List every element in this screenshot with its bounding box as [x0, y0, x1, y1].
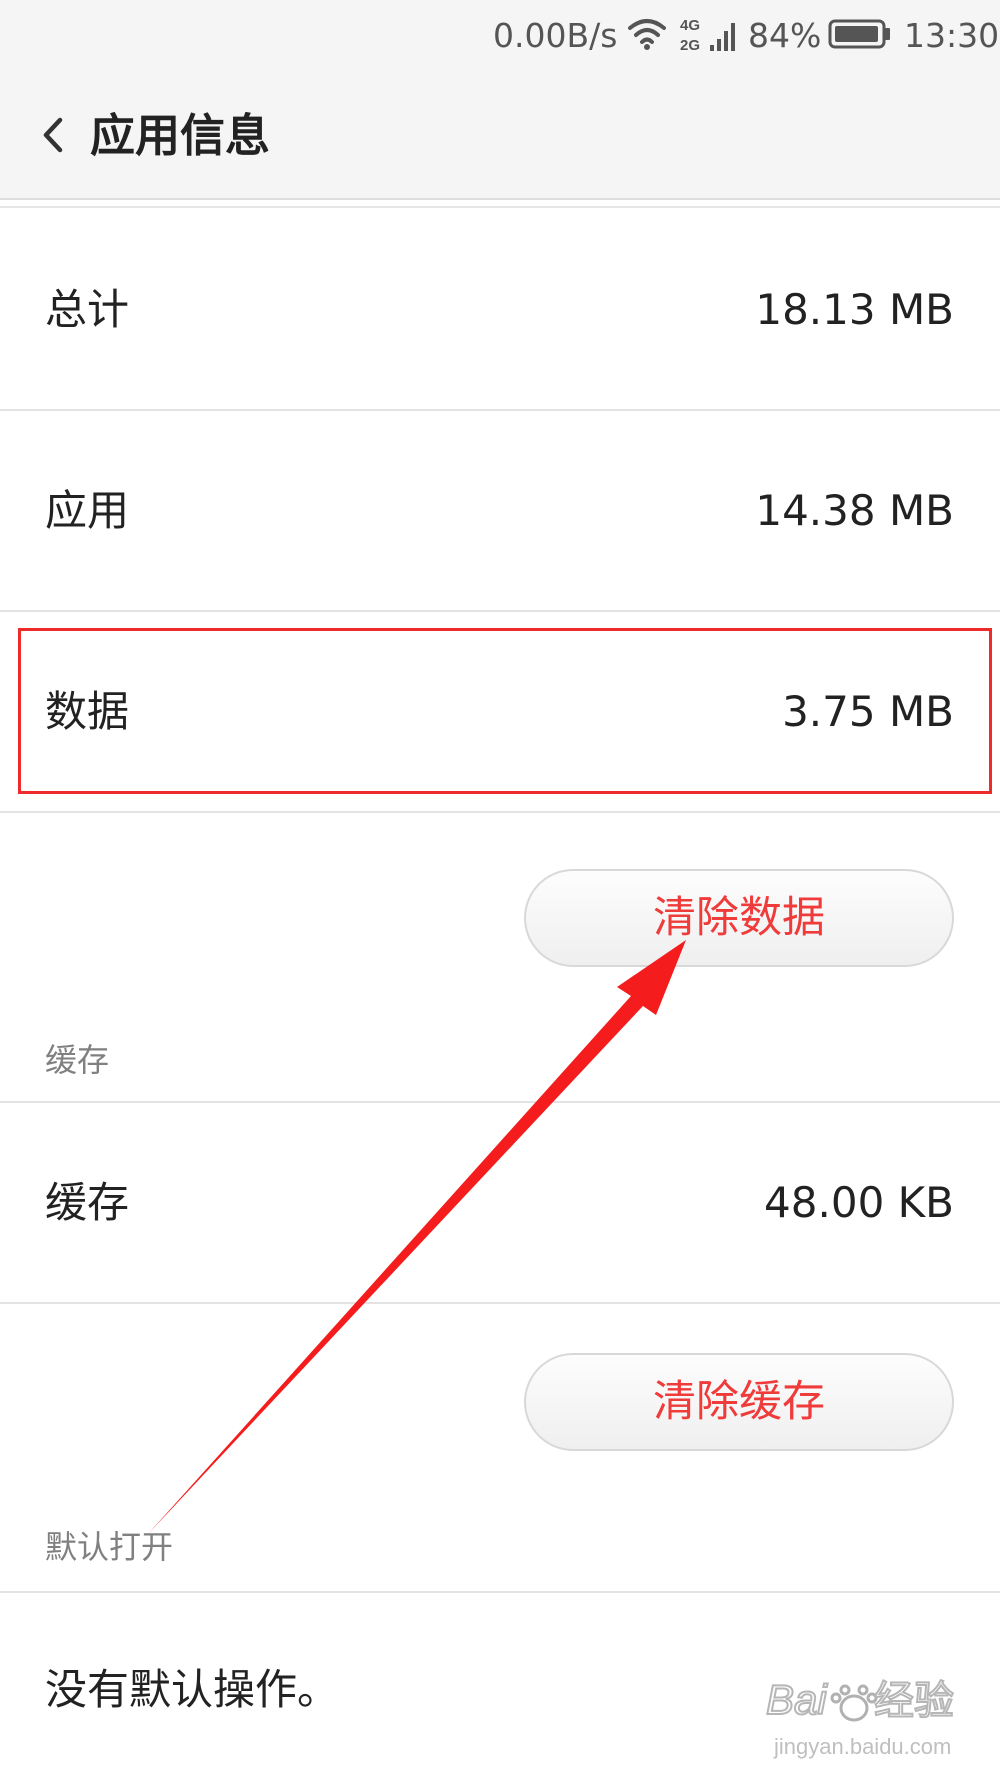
wifi-icon — [628, 19, 666, 50]
divider — [0, 1302, 1000, 1304]
network-2g-label: 2G — [680, 37, 700, 54]
section-header-defaults: 默认打开 — [45, 1528, 174, 1566]
row-label: 总计 — [45, 285, 130, 334]
baidu-jingyan-watermark: Bai 经验 jingyan.baidu.com — [765, 1675, 955, 1759]
cell-signal-icon: 4G 2G — [680, 17, 735, 54]
row-value: 48.00 KB — [764, 1178, 954, 1227]
battery-percent: 84% — [748, 16, 822, 55]
svg-text:Bai: Bai — [766, 1676, 828, 1723]
row-label: 缓存 — [45, 1178, 130, 1227]
storage-row-app: 应用 14.38 MB — [0, 411, 1000, 611]
battery-icon — [828, 19, 890, 49]
cache-row: 缓存 48.00 KB — [0, 1103, 1000, 1303]
section-header-cache: 缓存 — [45, 1041, 110, 1079]
network-speed: 0.00B/s — [493, 16, 618, 55]
divider — [0, 1591, 1000, 1593]
svg-text:jingyan.baidu.com: jingyan.baidu.com — [773, 1734, 951, 1759]
row-value: 14.38 MB — [755, 486, 954, 535]
storage-row-total: 总计 18.13 MB — [0, 210, 1000, 410]
no-default-message: 没有默认操作。 — [45, 1665, 340, 1714]
chevron-left-icon[interactable] — [30, 108, 84, 162]
row-label: 应用 — [45, 486, 130, 535]
network-4g-label: 4G — [680, 17, 700, 34]
clear-data-button[interactable]: 清除数据 — [524, 869, 954, 967]
svg-text:经验: 经验 — [874, 1679, 954, 1723]
page-title: 应用信息 — [90, 109, 271, 162]
divider — [0, 811, 1000, 813]
divider — [0, 206, 1000, 208]
annotation-highlight-box — [18, 628, 992, 794]
app-bar: 应用信息 — [0, 68, 1000, 200]
clear-cache-button[interactable]: 清除缓存 — [524, 1353, 954, 1451]
row-value: 18.13 MB — [755, 285, 954, 334]
status-bar: 0.00B/s 4G 2G 84% 13:30 — [0, 0, 1000, 68]
clock: 13:30 — [904, 16, 1000, 55]
